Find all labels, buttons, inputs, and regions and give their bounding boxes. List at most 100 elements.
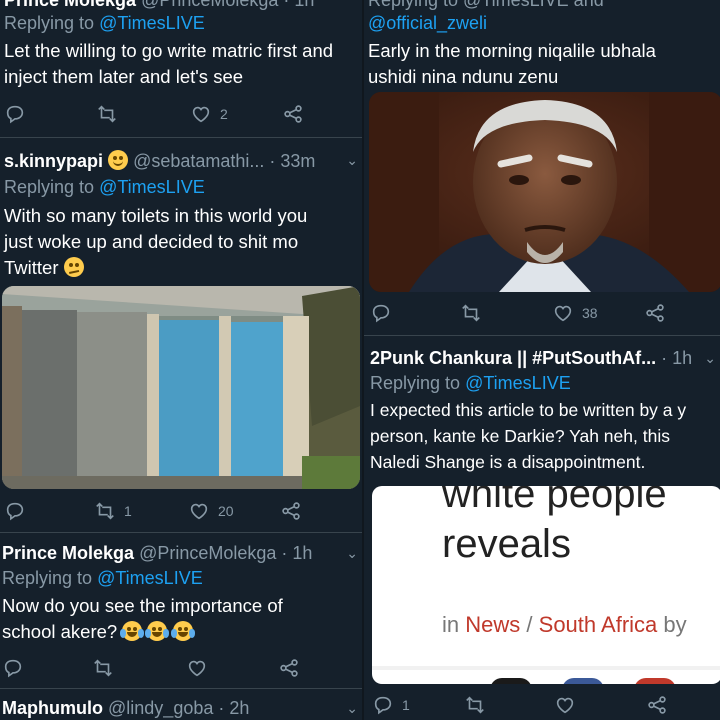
social-icon[interactable] [634, 678, 676, 684]
mention-link[interactable]: @official_zweli [368, 13, 487, 33]
tweet-text: Early in the morning niqalile ubhala ush… [368, 40, 656, 87]
tweet-actions: 1 [364, 694, 720, 718]
category-news-link[interactable]: News [465, 612, 520, 637]
card-divider [372, 666, 720, 670]
like-button[interactable]: 2 [190, 103, 228, 125]
reply-button[interactable] [4, 500, 26, 522]
retweet-button[interactable]: 1 [94, 500, 132, 522]
divider [0, 532, 362, 533]
reply-icon [370, 302, 392, 324]
display-name[interactable]: Prince Molekga [4, 0, 136, 10]
retweet-icon [96, 103, 118, 125]
left-timeline[interactable]: Prince Molekga @PrinceMolekga · 1h Reply… [0, 0, 362, 720]
article-card[interactable]: white people reveals in News / South Afr… [372, 486, 720, 684]
reply-icon [4, 103, 26, 125]
heart-icon [552, 302, 574, 324]
social-icon[interactable] [562, 678, 604, 684]
tweet-zweli-reply[interactable]: Replying to @TimesLIVE and @official_zwe… [364, 0, 720, 90]
right-timeline[interactable]: Replying to @TimesLIVE and @official_zwe… [362, 0, 720, 720]
article-headline: reveals [442, 522, 571, 566]
tweet-time[interactable]: · 1h [661, 348, 692, 368]
tweet-prince-2[interactable]: Prince Molekga @PrinceMolekga · 1h ⌄ Rep… [0, 543, 362, 645]
tweet-text: Let the willing to go write matric first… [4, 40, 334, 87]
social-icon[interactable] [490, 678, 532, 684]
retweet-icon [460, 302, 482, 324]
retweet-icon [464, 694, 486, 716]
display-name[interactable]: 2Punk Chankura || #PutSouthAf... [370, 348, 656, 368]
share-icon [280, 500, 302, 522]
share-button[interactable] [646, 694, 668, 716]
tweet-image-toilets[interactable] [2, 286, 360, 489]
reply-button[interactable] [370, 302, 392, 324]
reply-icon [2, 657, 24, 679]
tweet-2punk[interactable]: 2Punk Chankura || #PutSouthAf... · 1h ⌄ … [364, 348, 720, 475]
share-icon [644, 302, 666, 324]
retweet-button[interactable] [460, 302, 482, 324]
heart-icon [554, 694, 576, 716]
replying-to: Replying to @TimesLIVE [4, 13, 205, 33]
retweet-button[interactable] [96, 103, 118, 125]
tweet-text: I expected this article to be written by… [370, 400, 687, 472]
chevron-down-icon[interactable]: ⌄ [346, 545, 358, 562]
mention-link[interactable]: @TimesLIVE [97, 568, 203, 588]
reply-icon [372, 694, 394, 716]
like-count: 38 [582, 305, 598, 321]
tweet-text: With so many toilets in this world you j… [4, 205, 308, 278]
display-name[interactable]: Maphumulo [2, 698, 103, 718]
tweet-text: Now do you see the importance of school … [2, 595, 283, 642]
like-button[interactable] [186, 657, 208, 679]
heart-icon [190, 103, 212, 125]
retweet-icon [92, 657, 114, 679]
handle[interactable]: @sebatamathi... · 33m [133, 151, 315, 171]
reply-button[interactable] [2, 657, 24, 679]
retweet-button[interactable] [92, 657, 114, 679]
handle[interactable]: @PrinceMolekga · 1h [141, 0, 314, 10]
divider [364, 335, 720, 336]
reply-button[interactable] [4, 103, 26, 125]
tears-of-joy-emoji [145, 621, 170, 641]
reply-icon [4, 500, 26, 522]
like-button[interactable] [554, 694, 576, 716]
display-name[interactable]: s.kinnypapi [4, 151, 103, 171]
display-name[interactable]: Prince Molekga [2, 543, 134, 563]
reply-button[interactable]: 1 [372, 694, 410, 716]
article-meta: in News / South Africa by [442, 612, 687, 637]
tears-of-joy-emoji [120, 621, 145, 641]
like-button[interactable]: 38 [552, 302, 598, 324]
chevron-down-icon[interactable]: ⌄ [346, 152, 358, 169]
share-button[interactable] [280, 500, 302, 522]
chevron-down-icon[interactable]: ⌄ [346, 700, 358, 717]
mention-link[interactable]: @TimesLIVE [99, 177, 205, 197]
replying-to: Replying to @TimesLIVE and [368, 0, 604, 10]
tears-of-joy-emoji [170, 621, 195, 641]
like-button[interactable]: 20 [188, 500, 234, 522]
retweet-icon [94, 500, 116, 522]
handle[interactable]: @PrinceMolekga · 1h [139, 543, 312, 563]
share-button[interactable] [644, 302, 666, 324]
share-button[interactable] [282, 103, 304, 125]
replying-to: Replying to @TimesLIVE [2, 568, 203, 588]
category-sa-link[interactable]: South Africa [539, 612, 658, 637]
share-icon [282, 103, 304, 125]
thinking-face-emoji [63, 257, 84, 277]
divider [0, 137, 362, 138]
chevron-down-icon[interactable]: ⌄ [704, 350, 716, 367]
tweet-actions: 1 20 [0, 500, 362, 524]
tweet-prince-1[interactable]: Prince Molekga @PrinceMolekga · 1h Reply… [0, 0, 362, 90]
mention-link[interactable]: @TimesLIVE [465, 373, 571, 393]
share-button[interactable] [278, 657, 300, 679]
tweet-actions [0, 657, 362, 681]
replying-to: Replying to @TimesLIVE [4, 177, 205, 197]
tweet-maphumulo[interactable]: Maphumulo @lindy_goba · 2h ⌄ [0, 698, 362, 719]
smiling-face-emoji [108, 150, 129, 170]
tweet-skinnypapi[interactable]: s.kinnypapi @sebatamathi... · 33m ⌄ Repl… [0, 150, 362, 281]
tweet-actions: 2 [0, 103, 362, 127]
retweet-button[interactable] [464, 694, 486, 716]
divider [0, 688, 362, 689]
like-count: 20 [218, 503, 234, 519]
mention-link[interactable]: @TimesLIVE [99, 13, 205, 33]
heart-icon [186, 657, 208, 679]
like-count: 2 [220, 106, 228, 122]
tweet-image-portrait[interactable] [369, 92, 720, 292]
handle[interactable]: @lindy_goba · 2h [108, 698, 249, 718]
